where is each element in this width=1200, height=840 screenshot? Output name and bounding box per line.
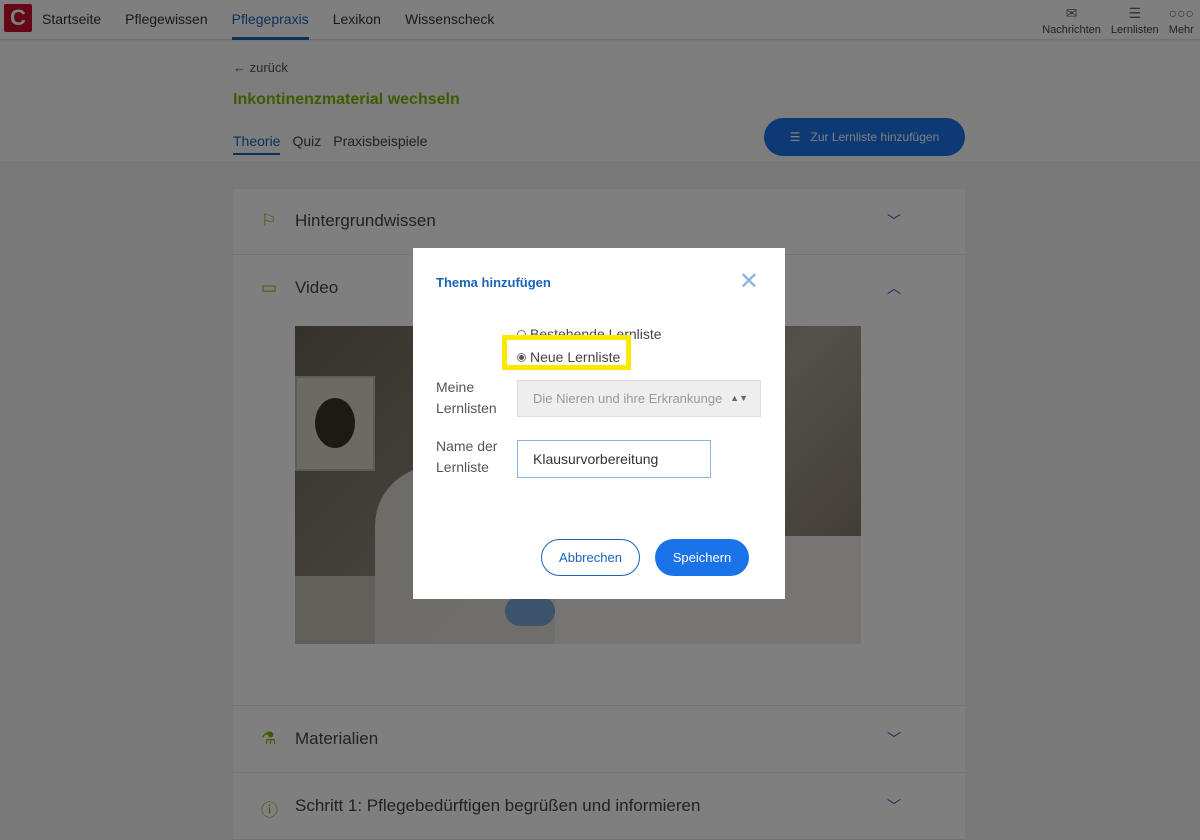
my-lists-label: Meine Lernlisten [436, 379, 497, 416]
sort-arrows-icon: ▲▼ [730, 393, 748, 403]
list-name-label: Name der Lernliste [436, 438, 498, 475]
dialog-title: Thema hinzufügen [436, 275, 551, 290]
add-topic-dialog: Thema hinzufügen ✕ Bestehende Lernliste … [413, 248, 785, 599]
highlight-box [502, 335, 631, 370]
my-lists-value: Die Nieren und ihre Erkrankunge [533, 391, 723, 406]
save-button[interactable]: Speichern [655, 539, 749, 576]
my-lists-select: Die Nieren und ihre Erkrankunge ▲▼ [517, 380, 761, 417]
list-name-input[interactable] [517, 440, 711, 478]
close-icon[interactable]: ✕ [739, 270, 759, 294]
cancel-button[interactable]: Abbrechen [541, 539, 640, 576]
